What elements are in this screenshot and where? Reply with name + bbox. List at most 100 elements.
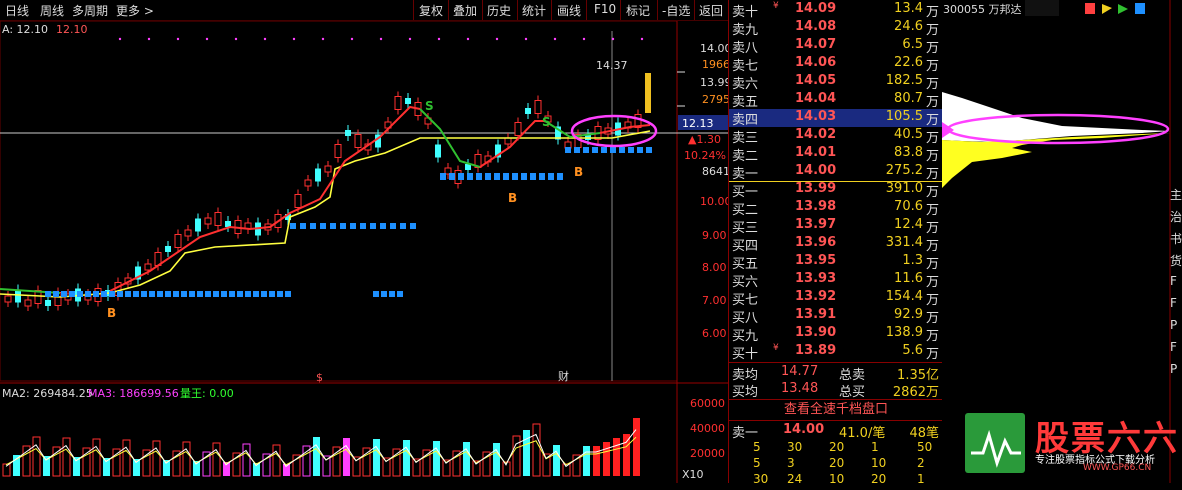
view-full-depth-button[interactable]: 查看全速千档盘口 (729, 399, 943, 421)
level-price: 13.96 (795, 235, 837, 250)
ticket-cell: 20 (829, 440, 845, 454)
sell-level-row[interactable]: 卖五 14.04 80.7 万 (729, 91, 943, 110)
buy-level-row[interactable]: 买三 13.97 12.4 万 (729, 217, 943, 236)
blue-marker (373, 291, 379, 297)
level-unit: 万 (925, 185, 939, 200)
level-unit: 万 (925, 59, 939, 74)
order-book-panel: 卖十 ¥14.09 13.4 万卖九 14.08 24.6 万卖八 14.07 6.5 万卖七 14… (728, 0, 943, 486)
level-label: 卖五 (732, 95, 759, 110)
volume-axis-label: 40000 (690, 422, 725, 435)
back-button[interactable]: 返回 (699, 2, 723, 19)
blue-marker (380, 223, 386, 229)
sell-level-row[interactable]: 卖八 14.07 6.5 万 (729, 37, 943, 56)
stock-title: 300055 万邦达 (943, 3, 1022, 16)
buy-level-row[interactable]: 买九 13.90 138.9 万 (729, 325, 943, 344)
axis-label: 7.00 (702, 294, 727, 307)
draw-line-button[interactable]: 画线 (557, 2, 581, 19)
limit-up-candle (645, 73, 651, 113)
sell-level-row[interactable]: 卖十 ¥14.09 13.4 万 (729, 1, 943, 20)
right-edge-char: 主 (1170, 188, 1182, 202)
remove-watchlist-button[interactable]: -自选 (662, 2, 690, 19)
right-edge-char: P (1170, 318, 1178, 332)
adjust-button[interactable]: 复权 (419, 2, 443, 19)
tab-multi-period[interactable]: 多周期 (72, 2, 108, 19)
buy-level-row[interactable]: 买四 13.96 331.4 万 (729, 235, 943, 254)
buy-level-row[interactable]: 买五 13.95 1.3 万 (729, 253, 943, 272)
statistics-button[interactable]: 统计 (522, 2, 546, 19)
settings-icon[interactable] (1135, 3, 1145, 14)
blue-marker (165, 291, 171, 297)
level-unit: 万 (925, 275, 939, 290)
sell-level-row[interactable]: 卖一 14.00 275.2 万 (729, 163, 943, 182)
volume-bar (523, 430, 530, 476)
level-label: 卖四 (732, 113, 759, 128)
more-menu[interactable]: 更多 > (116, 2, 154, 19)
level-label: 买三 (732, 221, 759, 236)
blue-marker (133, 291, 139, 297)
level-label: 卖一 (732, 167, 759, 182)
yellow-trend-line (0, 130, 651, 298)
blue-marker (197, 291, 203, 297)
level-volume: 138.9 (885, 325, 923, 340)
level-volume: 105.5 (885, 109, 923, 124)
mark-button[interactable]: 标记 (626, 2, 650, 19)
f10-button[interactable]: F10 (594, 2, 616, 16)
dot-marker (292, 37, 296, 41)
volume-axis-label: 20000 (690, 447, 725, 460)
play-icon[interactable] (1102, 4, 1112, 14)
level-volume: 80.7 (894, 91, 923, 106)
level-volume: 92.9 (894, 307, 923, 322)
level-unit: 万 (925, 149, 939, 164)
volume-bar (422, 449, 431, 477)
tab-weekly[interactable]: 周线 (40, 2, 64, 19)
sell-level-row[interactable]: 卖九 14.08 24.6 万 (729, 19, 943, 38)
title-spacer (1025, 0, 1059, 16)
ticket-cell: 10 (871, 456, 887, 470)
candle-body (15, 289, 21, 303)
candle-body (534, 100, 542, 114)
kline-chart[interactable]: A: 12.10 12.10 B B B S S $ 财 14.37 14.00… (0, 21, 728, 483)
level-volume: 24.6 (894, 19, 923, 34)
level-label: 买八 (732, 311, 759, 326)
level-volume: 1.3 (902, 253, 923, 268)
flag-icon[interactable] (1085, 3, 1095, 14)
forward-icon[interactable] (1118, 4, 1128, 14)
buy-level-row[interactable]: 买十 ¥13.89 5.6 万 (729, 343, 943, 362)
overlay-button[interactable]: 叠加 (453, 2, 477, 19)
dot-marker (147, 37, 151, 41)
volume-bar (122, 439, 131, 477)
blue-marker (397, 291, 403, 297)
level-price: 13.95 (795, 253, 837, 268)
buy-level-row[interactable]: 买八 13.91 92.9 万 (729, 307, 943, 326)
volume-bar (403, 440, 410, 476)
level-unit: 万 (925, 41, 939, 56)
level-label: 买七 (732, 293, 759, 308)
volume-bar (32, 436, 41, 477)
blue-marker (381, 291, 387, 297)
candle-body (525, 108, 531, 114)
blue-marker (467, 173, 473, 180)
volume-bar (172, 450, 181, 477)
volume-bar (373, 439, 380, 476)
sell-level-row[interactable]: 卖七 14.06 22.6 万 (729, 55, 943, 74)
watermark-logo: 股票六六 专注股票指标公式下载分析 WWW.GP66.CN (963, 411, 1177, 479)
ticket-cell: 3 (787, 456, 795, 470)
sell-level-row[interactable]: 卖二 14.01 83.8 万 (729, 145, 943, 164)
top-dot-markers (118, 37, 644, 41)
buy-level-row[interactable]: 买二 13.98 70.6 万 (729, 199, 943, 218)
blue-marker (521, 173, 527, 180)
sell-level-row[interactable]: 卖四 14.03 105.5 万 (729, 109, 943, 128)
tab-daily[interactable]: 日线 (5, 2, 29, 19)
history-button[interactable]: 历史 (487, 2, 511, 19)
buy-level-row[interactable]: 买一 13.99 391.0 万 (729, 181, 943, 200)
financial-report-marker: 财 (558, 369, 569, 383)
blue-marker (69, 291, 75, 297)
buy-level-row[interactable]: 买七 13.92 154.4 万 (729, 289, 943, 308)
blue-marker (189, 291, 195, 297)
ticket-row: 30 24 10 20 1 (729, 472, 943, 490)
sell-level-row[interactable]: 卖三 14.02 40.5 万 (729, 127, 943, 146)
level-label: 卖九 (732, 23, 759, 38)
buy-level-row[interactable]: 买六 13.93 11.6 万 (729, 271, 943, 290)
sell-level-row[interactable]: 卖六 14.05 182.5 万 (729, 73, 943, 92)
ticket-cell: 10 (829, 472, 845, 486)
